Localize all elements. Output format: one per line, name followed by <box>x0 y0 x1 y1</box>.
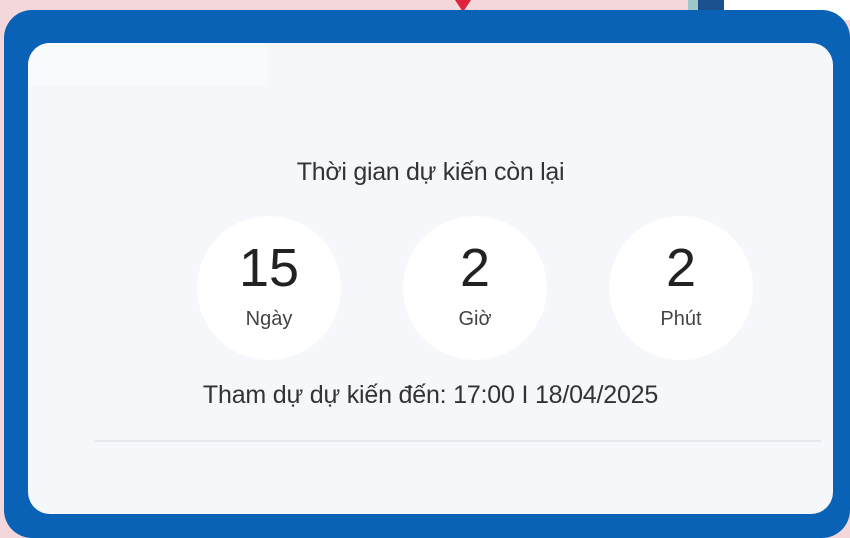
countdown-heading: Thời gian dự kiến còn lại <box>296 158 565 186</box>
hours-value: 2 <box>459 238 491 298</box>
countdown-hours: 2 Giờ <box>403 216 547 360</box>
minutes-label: Phút <box>660 308 702 330</box>
days-label: Ngày <box>245 308 293 330</box>
card-glare <box>28 43 268 86</box>
countdown-card: Thời gian dự kiến còn lại 15 Ngày 2 Giờ … <box>28 43 833 514</box>
eta-text: Tham dự dự kiến đến: 17:00 I 18/04/2025 <box>202 381 659 409</box>
countdown-minutes: 2 Phút <box>609 216 753 360</box>
countdown-days: 15 Ngày <box>197 216 341 360</box>
countdown-units: 15 Ngày 2 Giờ 2 Phút <box>28 216 833 360</box>
divider <box>95 440 821 442</box>
days-value: 15 <box>238 238 300 298</box>
minutes-value: 2 <box>665 238 697 298</box>
hours-label: Giờ <box>458 308 492 330</box>
